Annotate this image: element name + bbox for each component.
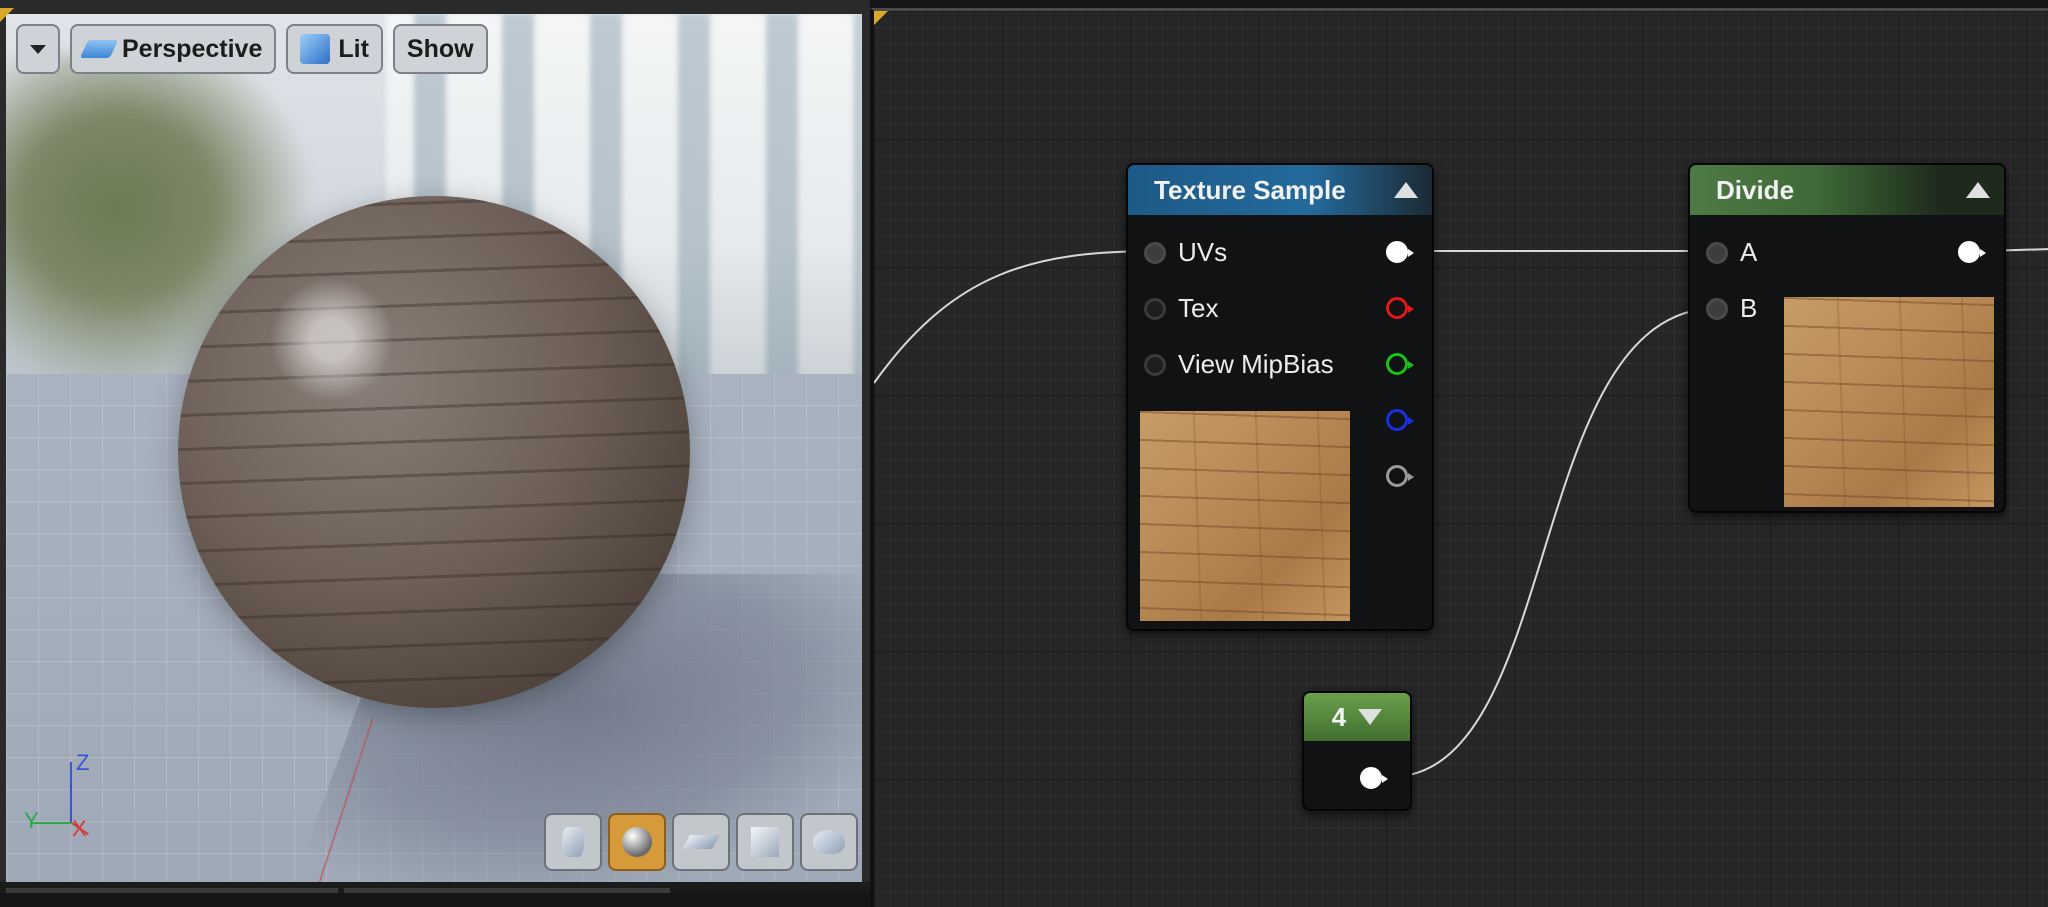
z-axis-label: Z	[76, 750, 90, 775]
material-preview-viewport[interactable]: Perspective Lit Show Z Y X	[0, 0, 870, 893]
tab-1[interactable]	[6, 888, 338, 893]
preview-sphere-button[interactable]	[608, 813, 666, 871]
divide-node[interactable]: Divide A B	[1688, 163, 2006, 513]
pin-circle-icon[interactable]	[1144, 241, 1166, 264]
preview-plane-button[interactable]	[672, 813, 730, 871]
pin-view-mipbias-label: View MipBias	[1178, 349, 1334, 379]
preview-cube-button[interactable]	[736, 813, 794, 871]
cylinder-icon	[562, 827, 584, 857]
wire-uvs-input	[874, 250, 1159, 384]
divide-preview-thumbnail	[1784, 297, 1994, 507]
viewport-options-button[interactable]	[16, 24, 60, 74]
texture-thumbnail	[1140, 411, 1350, 621]
preview-scene[interactable]	[6, 14, 862, 886]
preview-shape-toolbar	[544, 813, 858, 871]
divide-title: Divide	[1716, 174, 1795, 205]
plane-icon	[681, 835, 721, 849]
perspective-label: Perspective	[122, 34, 263, 63]
constant-header[interactable]: 4	[1304, 693, 1410, 741]
pin-uvs-label: UVs	[1178, 237, 1228, 267]
pin-circle-icon[interactable]	[1144, 353, 1166, 376]
texture-sample-title: Texture Sample	[1154, 174, 1346, 205]
preview-sphere	[178, 196, 690, 708]
pin-circle-icon[interactable]	[1706, 297, 1728, 320]
axis-gizmo: Z Y X	[20, 750, 100, 841]
wire-constant-to-divide-b	[1389, 307, 1719, 778]
tab-2[interactable]	[344, 888, 670, 893]
expand-icon[interactable]	[1358, 709, 1383, 725]
pin-tex[interactable]: Tex	[1144, 293, 1218, 324]
viewport-tab-strip	[0, 882, 870, 893]
pin-circle-icon[interactable]	[1706, 241, 1728, 264]
divide-output-pin-icon[interactable]	[1958, 241, 1986, 263]
z-axis-line	[70, 762, 72, 822]
output-g-pin-icon[interactable]	[1386, 353, 1414, 375]
constant-node[interactable]: 4	[1302, 691, 1412, 811]
show-button[interactable]: Show	[392, 24, 488, 74]
output-r-pin-icon[interactable]	[1386, 297, 1414, 319]
collapse-icon[interactable]	[1966, 182, 1990, 198]
perspective-icon	[79, 40, 119, 58]
preview-teapot-button[interactable]	[800, 813, 858, 871]
output-b-pin-icon[interactable]	[1386, 409, 1414, 431]
texture-sample-node[interactable]: Texture Sample UVs Tex View MipBias	[1126, 163, 1434, 631]
collapse-icon[interactable]	[1394, 182, 1418, 198]
lit-button[interactable]: Lit	[286, 24, 383, 74]
pin-uvs[interactable]: UVs	[1144, 237, 1227, 268]
output-a-pin-icon[interactable]	[1386, 465, 1414, 487]
lit-label: Lit	[338, 34, 369, 63]
divide-header[interactable]: Divide	[1690, 165, 2004, 215]
output-rgb-pin-icon[interactable]	[1386, 241, 1414, 263]
pin-view-mipbias[interactable]: View MipBias	[1144, 349, 1334, 380]
y-axis-label: Y	[24, 808, 39, 833]
corner-marker	[0, 8, 14, 22]
caret-down-icon	[30, 44, 46, 54]
pin-b[interactable]: B	[1706, 293, 1757, 324]
pin-a-label: A	[1740, 237, 1758, 267]
pin-tex-label: Tex	[1178, 293, 1219, 323]
preview-cylinder-button[interactable]	[544, 813, 602, 871]
sphere-icon	[622, 827, 652, 857]
teapot-icon	[813, 830, 845, 854]
constant-output-pin-icon[interactable]	[1360, 767, 1388, 789]
texture-sample-header[interactable]: Texture Sample	[1128, 165, 1432, 215]
pin-a[interactable]: A	[1706, 237, 1757, 268]
lit-cube-icon	[300, 34, 331, 64]
material-graph-canvas[interactable]: Texture Sample UVs Tex View MipBias Divi…	[870, 8, 2048, 907]
cube-icon	[751, 827, 779, 857]
viewport-toolbar: Perspective Lit Show	[16, 24, 488, 74]
pin-b-label: B	[1740, 293, 1758, 323]
constant-value: 4	[1331, 701, 1347, 732]
x-axis-label: X	[72, 816, 87, 841]
perspective-button[interactable]: Perspective	[70, 24, 277, 74]
show-label: Show	[406, 34, 474, 63]
pin-circle-icon[interactable]	[1144, 297, 1166, 320]
